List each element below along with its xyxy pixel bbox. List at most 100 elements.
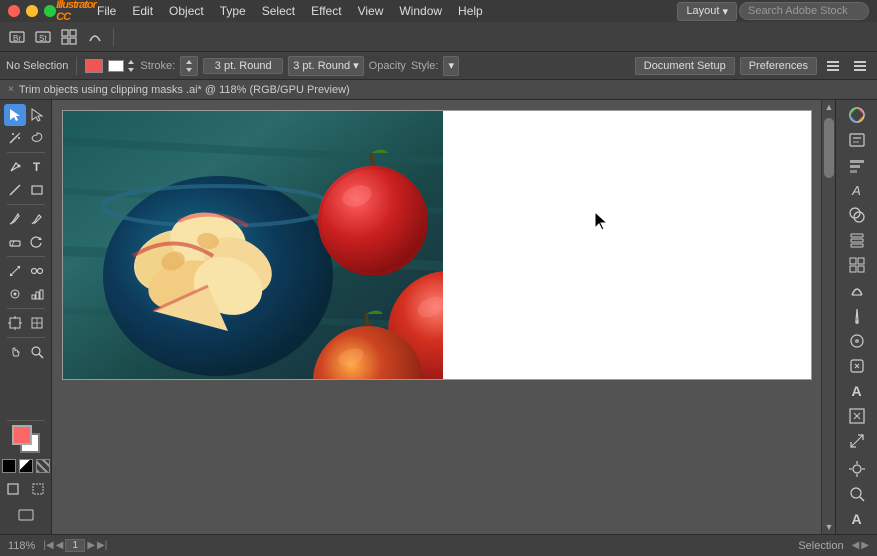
color-wheel-button[interactable] [842,104,872,126]
menu-file[interactable]: File [90,2,123,20]
menu-effect[interactable]: Effect [304,2,348,20]
sunlight-button[interactable] [842,458,872,480]
transform-panel-button[interactable]: A [842,179,872,201]
toolbar: Br St [0,22,877,52]
hand-tool[interactable] [4,341,26,363]
blend-tool[interactable] [26,260,48,282]
artboard-prev-button[interactable]: ◀ [852,540,860,551]
lasso-tool[interactable] [26,127,48,149]
canvas-area[interactable]: ▲ ▼ [52,100,835,534]
chat-icon: A [851,511,861,527]
draw-behind-icon[interactable] [27,478,49,500]
document-artboard [62,110,812,380]
stock-icon[interactable]: St [32,26,54,48]
direct-selection-tool[interactable] [26,104,48,126]
eraser-tool[interactable] [4,231,26,253]
preferences-button[interactable]: Preferences [740,57,817,75]
artboard-tool[interactable] [4,312,26,334]
menu-help[interactable]: Help [451,2,490,20]
character-panel-button[interactable]: A [842,380,872,402]
magic-wand-tool[interactable] [4,127,26,149]
zoom-tool[interactable] [26,341,48,363]
stroke-value-input[interactable] [203,58,283,74]
page-first-button[interactable]: |◀ [43,540,53,551]
bridge-icon[interactable]: Br [6,26,28,48]
symbol-sprayer-tool[interactable] [4,283,26,305]
scroll-up-button[interactable]: ▲ [822,100,835,114]
vertical-scrollbar[interactable]: ▲ ▼ [821,100,835,534]
page-number-input[interactable] [65,539,85,552]
color-swatch-area [2,418,50,530]
selection-label: No Selection [6,60,68,72]
menu-select[interactable]: Select [255,2,302,20]
graphic-styles-button[interactable] [842,355,872,377]
links-panel-button[interactable] [842,405,872,427]
pen-tool[interactable] [4,156,26,178]
symbols-panel-button[interactable] [842,330,872,352]
appearance-panel-button[interactable] [842,129,872,151]
prop-extra-icon[interactable] [822,55,844,77]
line-tool[interactable] [4,179,26,201]
page-last-button[interactable]: ▶| [97,540,107,551]
artboard-next-button[interactable]: ▶ [861,540,869,551]
left-toolbar: T [0,100,52,534]
selection-tool[interactable] [4,104,26,126]
fill-stroke-swatches[interactable] [12,425,40,453]
none-swatch[interactable] [2,459,16,473]
align-panel-button[interactable] [842,154,872,176]
dropdown-chevron: ▾ [353,59,359,72]
menu-edit[interactable]: Edit [125,2,160,20]
column-graph-tool[interactable] [26,283,48,305]
style-label: Style: [411,60,439,72]
grid-icon[interactable] [58,26,80,48]
artboards-panel-button[interactable] [842,254,872,276]
prop-menu-icon[interactable] [849,55,871,77]
search-input[interactable] [739,2,869,20]
stroke-style-dropdown[interactable]: 3 pt. Round ▾ [288,56,363,76]
chat-button[interactable]: A [842,508,872,530]
pencil-tool[interactable] [26,208,48,230]
screen-mode-button[interactable] [15,504,37,526]
gradient-swatch[interactable] [19,459,33,473]
cc-libraries-button[interactable] [842,279,872,301]
layers-panel-button[interactable] [842,229,872,251]
mini-swatch-row [2,459,50,473]
menu-window[interactable]: Window [392,2,449,20]
tool-sep3 [7,256,45,257]
document-tab[interactable]: × Trim objects using clipping masks .ai*… [0,80,877,100]
menu-type[interactable]: Type [213,2,253,20]
draw-normal-icon[interactable] [2,478,24,500]
close-button[interactable] [8,5,20,17]
tab-close-button[interactable]: × [8,84,14,95]
minimize-button[interactable] [26,5,38,17]
page-prev-button[interactable]: ◀ [56,540,64,551]
paintbrush-tool[interactable] [4,208,26,230]
style-dropdown[interactable]: ▾ [443,56,459,76]
image-object[interactable] [63,111,443,379]
menu-object[interactable]: Object [162,2,211,20]
apple-image [63,111,443,379]
page-next-button[interactable]: ▶ [87,540,95,551]
brushes-panel-button[interactable] [842,305,872,327]
type-tool[interactable]: T [26,156,48,178]
document-setup-button[interactable]: Document Setup [635,57,735,75]
menu-view[interactable]: View [351,2,391,20]
opacity-label: Opacity [369,60,406,72]
scroll-thumb[interactable] [824,118,834,178]
layout-button[interactable]: Layout ▾ [677,2,737,21]
search-stock-button[interactable] [842,483,872,505]
pattern-swatch[interactable] [36,459,50,473]
curvature-icon[interactable] [84,26,106,48]
fill-color-swatch[interactable] [12,425,32,445]
expand-panel-button[interactable] [842,430,872,452]
rect-tool[interactable] [26,179,48,201]
pathfinder-panel-button[interactable] [842,204,872,226]
scroll-down-button[interactable]: ▼ [822,520,835,534]
rotate-tool[interactable] [26,231,48,253]
maximize-button[interactable] [44,5,56,17]
slice-tool[interactable] [26,312,48,334]
stroke-swatch[interactable] [108,60,124,72]
scale-tool[interactable] [4,260,26,282]
stroke-spinbox[interactable] [180,56,198,76]
fill-swatch[interactable] [85,59,103,73]
